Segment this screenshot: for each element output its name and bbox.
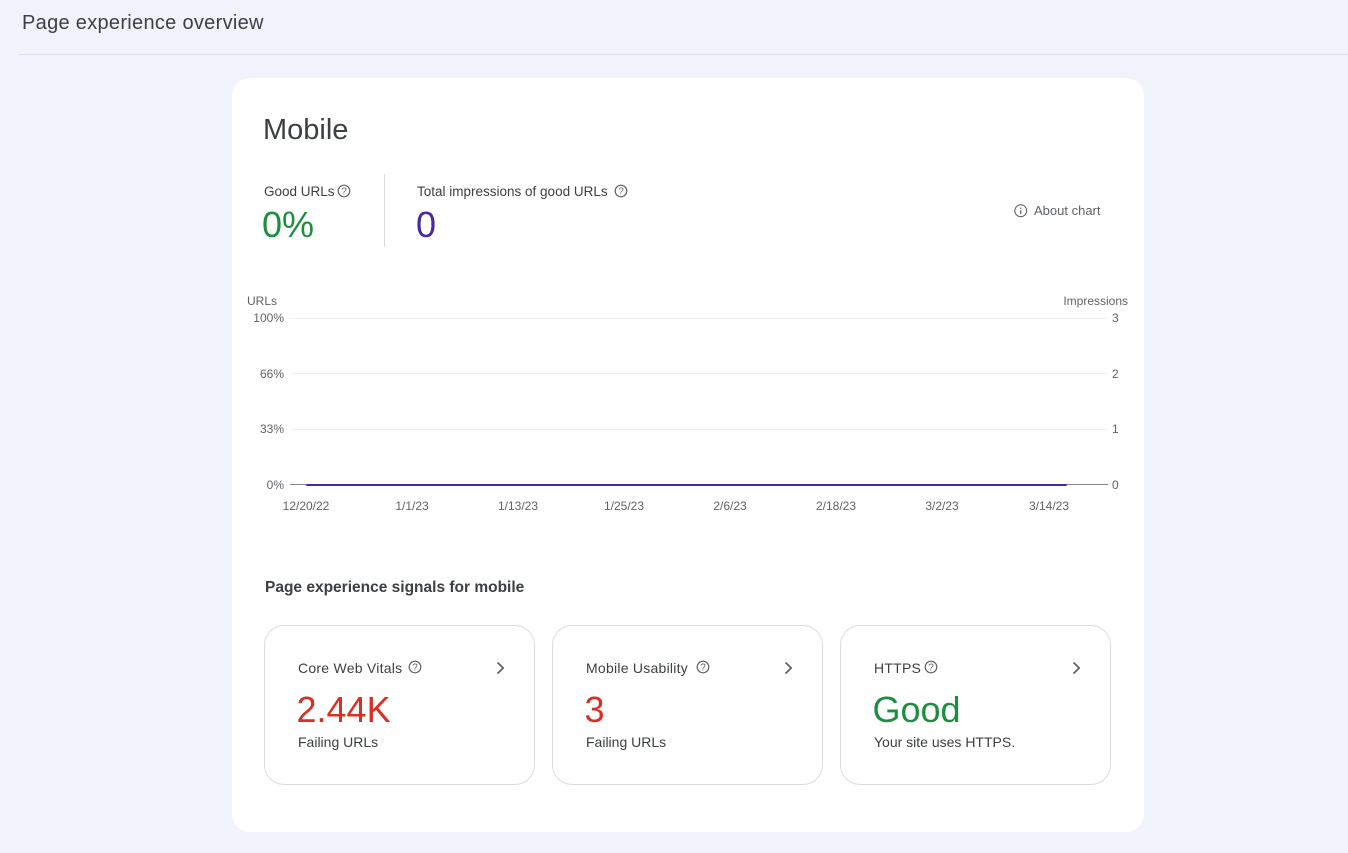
svg-text:?: ? bbox=[928, 663, 934, 674]
svg-text:?: ? bbox=[341, 187, 347, 198]
svg-text:?: ? bbox=[618, 187, 624, 198]
svg-text:?: ? bbox=[700, 663, 706, 674]
svg-text:?: ? bbox=[412, 663, 418, 674]
